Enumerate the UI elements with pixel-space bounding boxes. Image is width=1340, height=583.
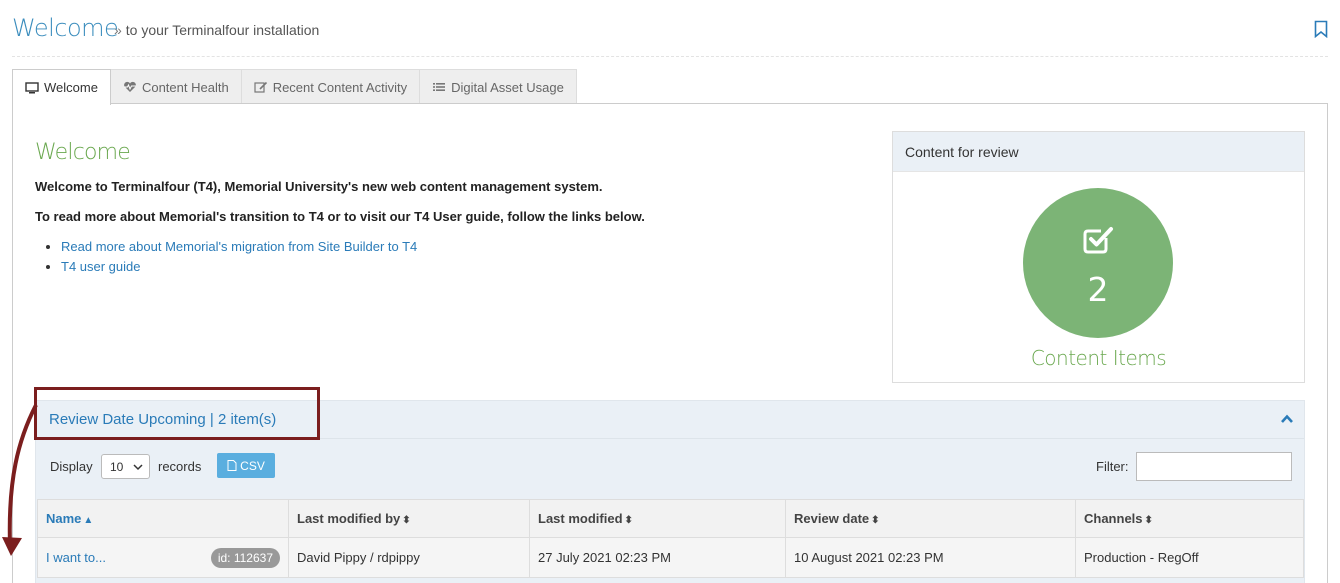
monitor-icon <box>25 81 39 93</box>
column-header-last-modified-by[interactable]: Last modified by ⬍ <box>288 499 530 538</box>
csv-button[interactable]: CSV <box>217 453 275 478</box>
list-item: Read more about Memorial's migration fro… <box>61 239 855 254</box>
tab-label: Recent Content Activity <box>272 79 408 95</box>
table-controls: Display 10 records CSV Filter: <box>36 451 1304 483</box>
check-square-icon <box>1083 227 1113 254</box>
cell-review-date: 10 August 2021 02:23 PM <box>785 537 1076 578</box>
migration-link[interactable]: Read more about Memorial's migration fro… <box>61 239 417 254</box>
list-icon <box>433 83 446 91</box>
records-label: records <box>158 459 202 474</box>
csv-label: CSV <box>240 458 265 473</box>
chevron-up-icon[interactable] <box>1280 413 1294 425</box>
welcome-heading: Welcome <box>35 140 131 165</box>
list-item: T4 user guide <box>61 259 855 274</box>
tab-recent-content-activity[interactable]: Recent Content Activity <box>240 69 421 104</box>
welcome-block: Welcome Welcome to Terminalfour (T4), Me… <box>35 140 855 279</box>
table-row: I want to... id: 112637 David Pippy / rd… <box>37 537 1304 578</box>
raquo-glyph: » <box>114 22 122 38</box>
records-select-value: 10 <box>110 460 124 474</box>
tab-bar: Welcome Content Health Recent Content Ac… <box>12 69 577 105</box>
review-date-upcoming-section: Review Date Upcoming | 2 item(s) Display… <box>35 400 1305 583</box>
column-header-last-modified[interactable]: Last modified ⬍ <box>529 499 786 538</box>
display-label: Display <box>50 459 93 474</box>
cell-modified-by: David Pippy / rdpippy <box>288 537 530 578</box>
column-header-channels[interactable]: Channels ⬍ <box>1075 499 1304 538</box>
tab-panel: Welcome Welcome to Terminalfour (T4), Me… <box>12 103 1328 583</box>
bookmark-icon[interactable] <box>1314 20 1328 38</box>
heartbeat-icon <box>123 81 136 92</box>
sort-icon: ⬍ <box>1144 515 1153 526</box>
tab-label: Content Health <box>141 79 229 95</box>
filter-label: Filter: <box>1096 459 1129 474</box>
upcoming-header[interactable]: Review Date Upcoming | 2 item(s) <box>36 401 1304 439</box>
tab-label: Welcome <box>44 80 98 95</box>
chevron-down-icon <box>133 464 143 471</box>
tab-content-health[interactable]: Content Health <box>109 69 242 104</box>
content-item-link[interactable]: I want to... <box>46 550 106 565</box>
sort-icon: ⬍ <box>624 515 633 526</box>
column-header-name[interactable]: Name ▲ <box>37 499 289 538</box>
tab-digital-asset-usage[interactable]: Digital Asset Usage <box>419 69 577 104</box>
cell-channels: Production - RegOff <box>1075 537 1304 578</box>
column-header-review-date[interactable]: Review date ⬍ <box>785 499 1076 538</box>
tab-welcome[interactable]: Welcome <box>12 69 111 105</box>
upcoming-title[interactable]: Review Date Upcoming | 2 item(s) <box>49 411 276 428</box>
page-header: Welcome » to your Terminalfour installati… <box>12 12 1328 57</box>
cell-last-modified: 27 July 2021 02:23 PM <box>529 537 786 578</box>
filter-input[interactable] <box>1136 452 1292 481</box>
tab-label: Digital Asset Usage <box>451 79 564 95</box>
edit-icon <box>254 81 267 93</box>
records-select[interactable]: 10 <box>101 454 150 479</box>
page-subtitle-text: to your Terminalfour installation <box>125 22 320 38</box>
content-for-review-box: Content for review 2 Content Items <box>892 131 1305 383</box>
cell-name: I want to... id: 112637 <box>37 537 289 578</box>
review-table: Name ▲ Last modified by ⬍ Last modified ⬍ R… <box>37 499 1304 578</box>
id-badge: id: 112637 <box>210 548 280 568</box>
content-items-label: Content Items <box>1030 346 1167 370</box>
review-box-title: Content for review <box>893 132 1304 172</box>
welcome-intro: Welcome to Terminalfour (T4), Memorial U… <box>35 179 603 194</box>
table-header-row: Name ▲ Last modified by ⬍ Last modified ⬍ R… <box>37 499 1304 538</box>
page-subtitle: » to your Terminalfour installation <box>114 22 319 38</box>
sort-icon: ⬍ <box>402 515 411 526</box>
page-title: Welcome <box>12 14 119 42</box>
user-guide-link[interactable]: T4 user guide <box>61 259 141 274</box>
content-items-count: 2 <box>1087 270 1109 309</box>
content-items-circle[interactable]: 2 <box>1023 188 1173 338</box>
welcome-instructions: To read more about Memorial's transition… <box>35 209 645 224</box>
document-icon <box>227 460 237 471</box>
welcome-links: Read more about Memorial's migration fro… <box>35 239 855 274</box>
sort-asc-icon: ▲ <box>83 515 94 526</box>
sort-icon: ⬍ <box>871 515 880 526</box>
